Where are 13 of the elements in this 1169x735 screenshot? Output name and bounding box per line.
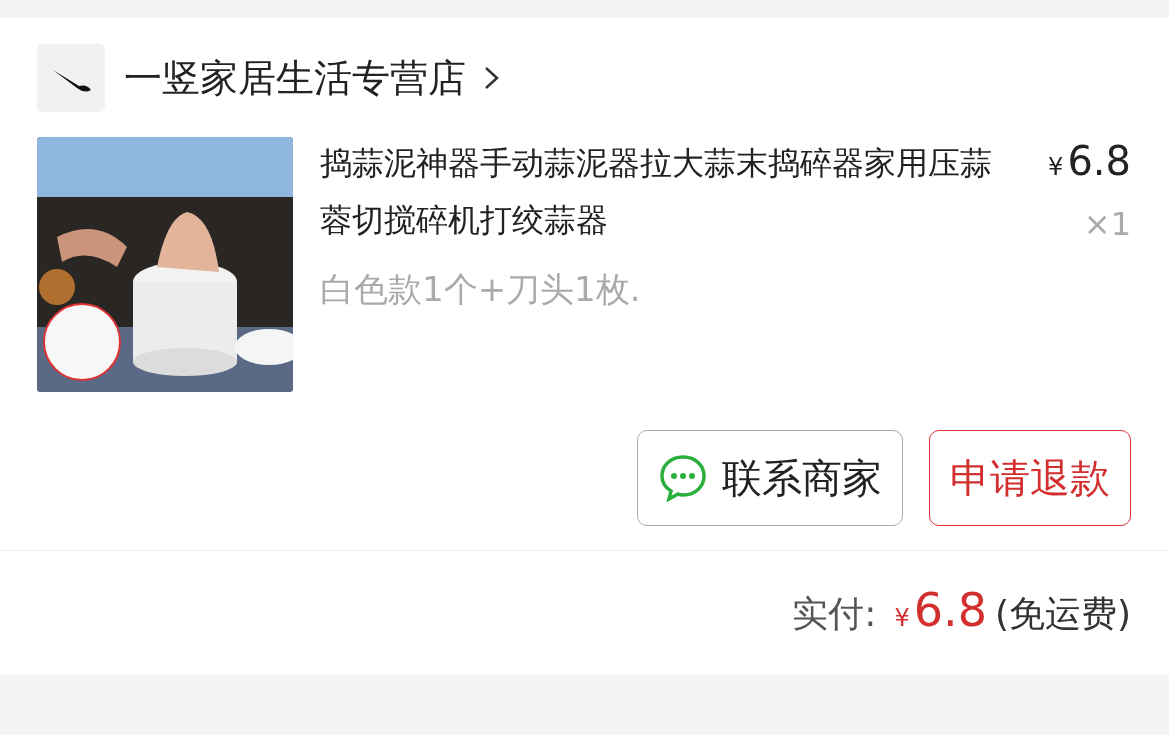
refund-button[interactable]: 申请退款 bbox=[929, 430, 1131, 526]
total-amount: 6.8 bbox=[913, 583, 987, 637]
currency-symbol: ¥ bbox=[894, 604, 910, 632]
product-variant: 白色款1个+刀头1枚. bbox=[320, 268, 642, 311]
chevron-right-icon[interactable] bbox=[483, 65, 501, 91]
store-name[interactable]: 一竖家居生活专营店 bbox=[124, 59, 466, 97]
contact-seller-button[interactable]: 联系商家 bbox=[637, 430, 903, 526]
item-price: ¥6.8 bbox=[1048, 137, 1131, 186]
item-quantity: ×1 bbox=[1083, 205, 1131, 243]
chat-bubble-icon bbox=[658, 453, 708, 503]
product-title[interactable]: 捣蒜泥神器手动蒜泥器拉大蒜末捣碎器家用压蒜蓉切搅碎机打绞蒜器 bbox=[320, 135, 1010, 249]
shipping-note: (免运费) bbox=[994, 592, 1131, 636]
total-label: 实付: bbox=[792, 592, 877, 636]
